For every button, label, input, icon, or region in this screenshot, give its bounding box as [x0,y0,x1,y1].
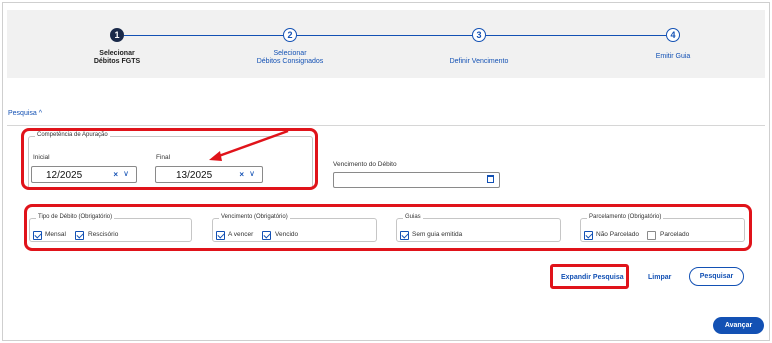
sem-guia-label: Sem guia emitida [412,231,463,238]
calendar-icon[interactable] [487,175,494,183]
a-vencer-label: A vencer [228,231,254,238]
step-1-label-line1: Selecionar [99,50,135,57]
expand-search-button[interactable]: Expandir Pesquisa [561,274,624,281]
mensal-checkbox[interactable] [33,231,42,240]
step-1-circle[interactable]: 1 [110,28,124,42]
nao-parcelado-label: Não Parcelado [596,231,639,238]
step-1-label-line2: Débitos FGTS [93,58,141,65]
stepper: 1 2 3 4 Selecionar Débitos FGTS Selecion… [7,10,765,78]
guias-fieldset: Guias [396,214,561,242]
step-1-label: Selecionar Débitos FGTS [52,50,182,66]
step-2-label-line2: Débitos Consignados [256,58,324,65]
step-4-circle[interactable]: 4 [666,28,680,42]
vencimento-debito-label: Vencimento do Débito [333,161,397,168]
search-toggle[interactable]: Pesquisa ^ [8,110,42,117]
vencimento-debito-input[interactable] [333,172,500,188]
divider [7,125,765,126]
parcelado-label: Parcelado [660,231,690,238]
step-connector [297,35,472,36]
vencido-label: Vencido [275,231,299,238]
parcelamento-legend: Parcelamento (Obrigatório) [587,214,664,220]
step-connector [124,35,283,36]
vencido-checkbox[interactable] [262,231,271,240]
nao-parcelado-checkbox[interactable] [584,231,593,240]
sem-guia-checkbox[interactable] [400,231,409,240]
rescisorio-checkbox[interactable] [75,231,84,240]
clear-button[interactable]: Limpar [648,274,671,281]
parcelado-checkbox[interactable] [647,231,656,240]
step-2-label: Selecionar Débitos Consignados [225,50,355,66]
a-vencer-checkbox[interactable] [216,231,225,240]
step-4-label: Emitir Guia [655,53,691,60]
tipo-debito-legend: Tipo de Débito (Obrigatório) [36,214,115,220]
vencimento-legend: Vencimento (Obrigatório) [219,214,290,220]
rescisorio-label: Rescisório [88,231,119,238]
search-button[interactable]: Pesquisar [689,267,744,286]
step-connector [486,35,666,36]
annotation-arrow [209,129,289,161]
next-button[interactable]: Avançar [713,317,764,334]
mensal-label: Mensal [45,231,66,238]
parcelamento-fieldset: Parcelamento (Obrigatório) [580,214,745,242]
step-3-circle[interactable]: 3 [472,28,486,42]
tipo-debito-fieldset: Tipo de Débito (Obrigatório) [29,214,192,242]
step-2-label-line1: Selecionar [273,50,307,57]
step-2-circle[interactable]: 2 [283,28,297,42]
vencimento-fieldset: Vencimento (Obrigatório) [212,214,377,242]
step-3-label: Definir Vencimento [449,58,509,65]
guias-legend: Guias [403,214,423,220]
